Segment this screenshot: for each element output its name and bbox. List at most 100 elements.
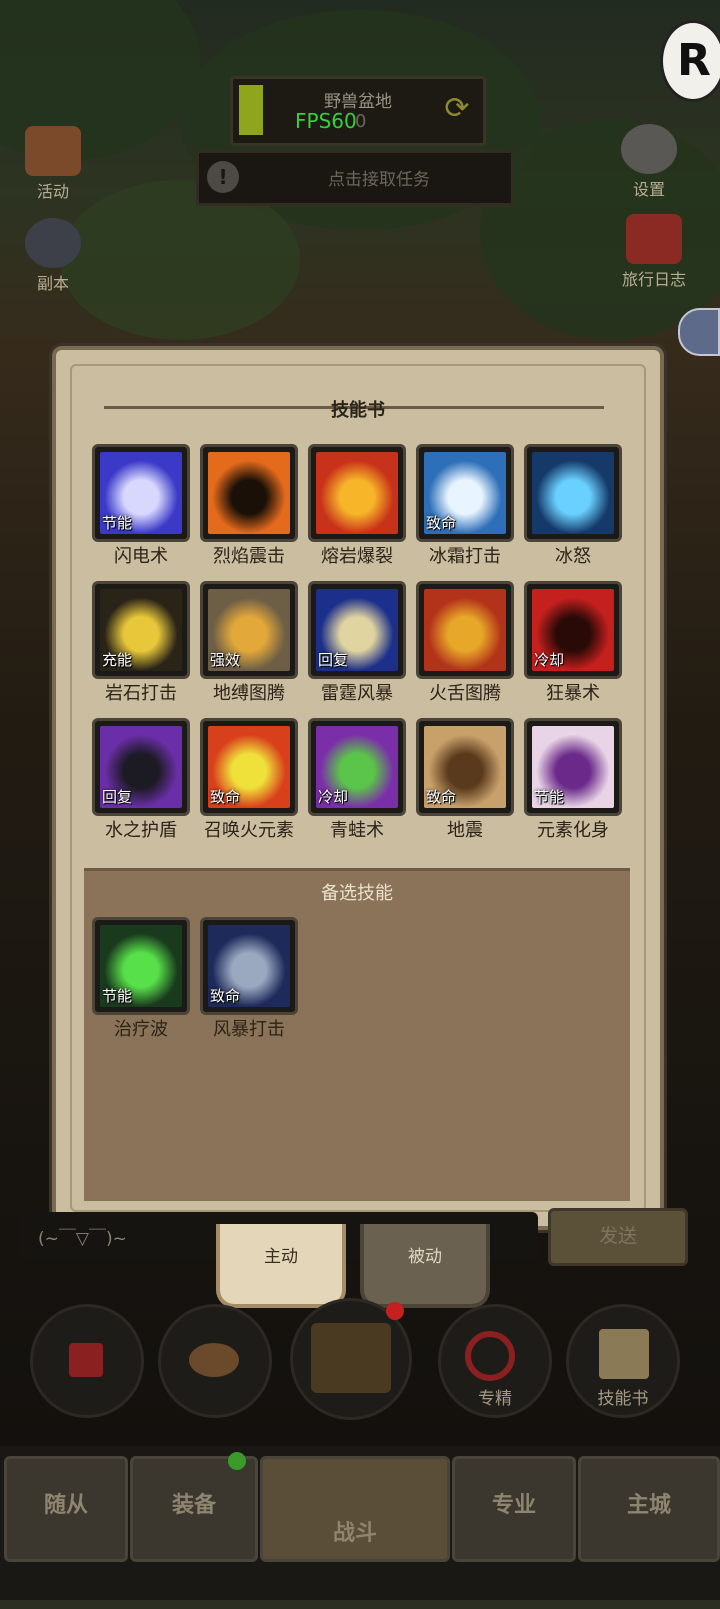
skill-icon-frame	[308, 444, 406, 542]
dungeon-label: 副本	[36, 274, 69, 293]
skill-slot[interactable]: 强效 地缚图腾	[200, 581, 298, 704]
send-button[interactable]: 发送	[548, 1208, 688, 1266]
skill-icon-frame	[524, 444, 622, 542]
skill-modifier-tag: 冷却	[534, 651, 565, 669]
side-badge-button[interactable]	[678, 308, 720, 356]
skill-name: 元素化身	[537, 820, 609, 841]
skill-name: 治疗波	[114, 1019, 168, 1040]
nav-profession[interactable]: 专业	[452, 1456, 576, 1562]
skill-modifier-tag: 致命	[426, 514, 457, 532]
activity-button[interactable]: 活动	[18, 126, 88, 202]
quest-text: 点击接取任务	[328, 170, 430, 190]
skill-slot[interactable]: 致命召唤火元素	[200, 718, 298, 841]
fps-counter: FPS60	[295, 109, 357, 133]
potion-icon	[69, 1343, 103, 1377]
skill-icon-frame: 冷却	[524, 581, 622, 679]
quest-bar[interactable]: ! 点击接取任务	[196, 150, 514, 206]
skill-name: 熔岩爆裂	[321, 546, 393, 567]
alternate-skills-section: 备选技能 节能 治疗波 致命 风暴打击	[84, 868, 630, 1201]
skill-name: 雷霆风暴	[321, 683, 393, 704]
skill-icon-frame	[416, 581, 514, 679]
refresh-icon[interactable]: ⟳	[439, 91, 475, 127]
skill-icon-frame: 回复	[308, 581, 406, 679]
skill-modifier-tag: 节能	[102, 514, 133, 532]
tab-active-skills[interactable]: 主动	[216, 1224, 346, 1308]
scroll-icon	[25, 126, 81, 176]
potion-button[interactable]	[30, 1304, 144, 1418]
settings-button[interactable]: 设置	[614, 124, 684, 200]
skill-slot[interactable]: 回复 水之护盾	[92, 718, 190, 841]
skill-slot[interactable]: 冰怒	[524, 444, 622, 567]
tab-passive-skills[interactable]: 被动	[360, 1224, 490, 1308]
skill-book-panel: 技能书 节能 闪电术 烈焰震击 熔岩爆裂 致命 冰霜打击 冰怒 充能 岩石打击 强效 地缚图腾 回复雷…	[52, 346, 664, 1230]
skill-name: 青蛙术	[330, 820, 384, 841]
dungeon-button[interactable]: 副本	[18, 218, 88, 294]
skill-modifier-tag: 强效	[210, 651, 241, 669]
target-icon	[465, 1331, 515, 1381]
skill-slot[interactable]: 冷却狂暴术	[524, 581, 622, 704]
skill-slot[interactable]: 节能 元素化身	[524, 718, 622, 841]
skill-modifier-tag: 致命	[210, 987, 241, 1005]
chest-alert-badge	[386, 1302, 404, 1320]
skill-icon-frame	[200, 444, 298, 542]
zone-progress-text: 0	[355, 111, 367, 132]
skill-slot[interactable]: 火舌图腾	[416, 581, 514, 704]
skill-modifier-tag: 充能	[102, 651, 133, 669]
skill-name: 岩石打击	[105, 683, 177, 704]
skill-modifier-tag: 回复	[318, 651, 349, 669]
skill-icon-frame: 冷却	[308, 718, 406, 816]
nav-followers[interactable]: 随从	[4, 1456, 128, 1562]
portal-icon	[25, 218, 81, 268]
skill-icon-frame: 致命	[416, 718, 514, 816]
equipment-alert-badge	[228, 1452, 246, 1470]
skill-name: 狂暴术	[546, 683, 600, 704]
specialization-button[interactable]: 专精	[438, 1304, 552, 1418]
skill-name: 闪电术	[114, 546, 168, 567]
nav-equipment[interactable]: 装备	[130, 1456, 258, 1562]
skill-slot[interactable]: 冷却 青蛙术	[308, 718, 406, 841]
panel-title: 技能书	[331, 400, 385, 421]
skill-name: 火舌图腾	[429, 683, 501, 704]
nav-main-city[interactable]: 主城	[578, 1456, 720, 1562]
specialization-label: 专精	[478, 1389, 512, 1409]
skill-icon-frame: 充能	[92, 581, 190, 679]
skill-slot[interactable]: 充能 岩石打击	[92, 581, 190, 704]
skill-modifier-tag: 致命	[426, 788, 457, 806]
skill-name: 召唤火元素	[204, 820, 294, 841]
skill-icon-frame: 回复	[92, 718, 190, 816]
skill-name: 水之护盾	[105, 820, 177, 841]
skill-slot[interactable]: 节能闪电术	[92, 444, 190, 567]
skill-name: 地缚图腾	[213, 683, 285, 704]
skill-slot[interactable]: 节能 治疗波	[92, 917, 190, 1040]
skill-name: 烈焰震击	[213, 546, 285, 567]
skill-name: 冰霜打击	[429, 546, 501, 567]
skill-icon-frame: 节能	[524, 718, 622, 816]
nav-battle[interactable]: 战斗	[260, 1456, 450, 1562]
skill-book-button[interactable]: 技能书	[566, 1304, 680, 1418]
travel-log-button[interactable]: 旅行日志	[612, 214, 696, 290]
zone-progress[interactable]: 野兽盆地 FPS60 0 ⟳	[230, 76, 486, 146]
chest-icon	[311, 1323, 391, 1393]
logo-letter: R	[677, 35, 711, 86]
food-button[interactable]	[158, 1304, 272, 1418]
activity-label: 活动	[36, 182, 69, 201]
skill-slot[interactable]: 回复 雷霆风暴	[308, 581, 406, 704]
overlay-logo[interactable]: R	[660, 20, 720, 102]
settings-label: 设置	[632, 180, 665, 199]
skill-icon-frame: 节能	[92, 917, 190, 1015]
chat-emoticon: (~￣▽￣)~	[38, 1229, 127, 1249]
exclamation-icon: !	[207, 161, 239, 193]
skill-name: 冰怒	[555, 546, 591, 567]
skill-slot[interactable]: 致命 地震	[416, 718, 514, 841]
skill-slot[interactable]: 致命 冰霜打击	[416, 444, 514, 567]
skill-icon-frame: 致命	[200, 718, 298, 816]
skill-icon	[532, 452, 614, 534]
gear-icon	[621, 124, 677, 174]
skill-slot[interactable]: 烈焰震击	[200, 444, 298, 567]
travel-log-label: 旅行日志	[621, 270, 686, 289]
skill-modifier-tag: 致命	[210, 788, 241, 806]
skill-icon	[316, 452, 398, 534]
skill-slot[interactable]: 熔岩爆裂	[308, 444, 406, 567]
bread-icon	[189, 1343, 239, 1377]
skill-slot[interactable]: 致命 风暴打击	[200, 917, 298, 1040]
